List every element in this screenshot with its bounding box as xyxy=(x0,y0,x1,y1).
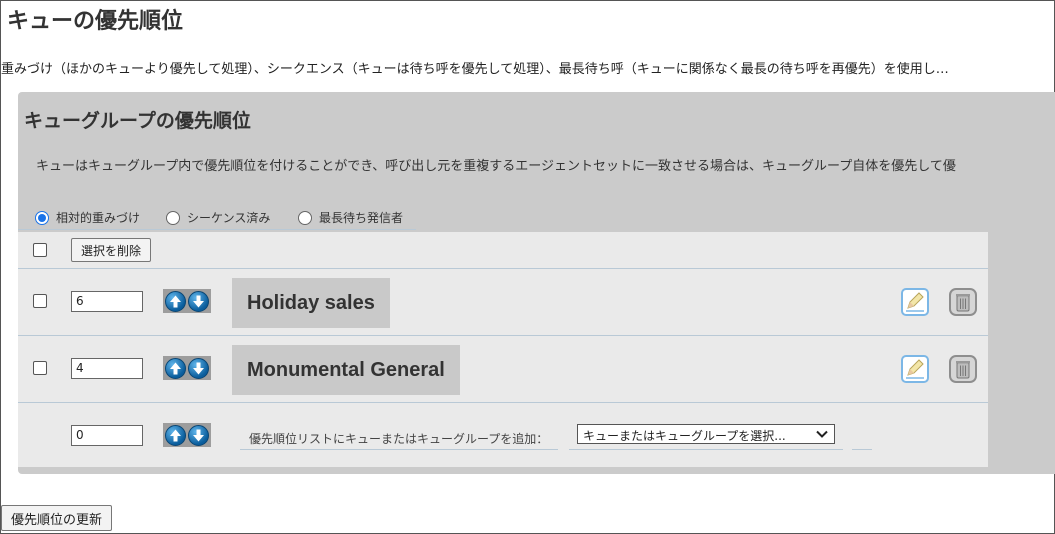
trash-icon[interactable] xyxy=(949,288,977,316)
list-header-row: 選択を削除 xyxy=(18,232,988,269)
table-row: 4 Monumental General xyxy=(18,336,988,403)
priority-input[interactable]: 6 xyxy=(71,291,143,312)
group-title: キューグループの優先順位 xyxy=(24,110,251,132)
queue-select[interactable]: キューまたはキューグループを選択... xyxy=(577,424,835,444)
arrow-down-icon[interactable] xyxy=(188,290,209,312)
row-checkbox[interactable] xyxy=(33,361,47,375)
radio-longest-waiting[interactable] xyxy=(298,210,312,225)
add-queue-select-wrapper: キューまたはキューグループを選択... xyxy=(569,424,843,450)
update-priority-button[interactable]: 優先順位の更新 xyxy=(1,505,112,531)
queue-group-panel: キューグループの優先順位 キューはキューグループ内で優先順位を付けることができ、… xyxy=(18,92,1055,474)
mode-option-longest-waiting[interactable]: 最長待ち発信者 xyxy=(298,209,403,226)
table-row: 6 Holiday sales xyxy=(18,269,988,336)
arrow-down-icon[interactable] xyxy=(188,424,209,446)
arrow-up-icon[interactable] xyxy=(165,424,186,446)
mode-label-sequenced: シーケンス済み xyxy=(187,211,271,225)
queue-name: Holiday sales xyxy=(232,278,390,328)
divider xyxy=(852,449,872,450)
arrow-down-icon[interactable] xyxy=(188,357,209,379)
priority-mode-options: 相対的重みづけ シーケンス済み 最長待ち発信者 xyxy=(18,202,416,230)
add-queue-row: 0 優先順位リストにキューまたはキューグループを追加： キューまたはキューグルー… xyxy=(18,404,988,467)
add-queue-label: 優先順位リストにキューまたはキューグループを追加： xyxy=(240,424,558,450)
select-all-checkbox[interactable] xyxy=(33,243,47,257)
reorder-arrows xyxy=(163,356,211,380)
radio-sequenced[interactable] xyxy=(166,210,180,225)
delete-selected-button[interactable]: 選択を削除 xyxy=(71,238,151,262)
trash-icon[interactable] xyxy=(949,355,977,383)
arrow-up-icon[interactable] xyxy=(165,290,186,312)
new-priority-input[interactable]: 0 xyxy=(71,425,143,446)
row-checkbox[interactable] xyxy=(33,294,47,308)
reorder-arrows xyxy=(163,423,211,447)
mode-option-relative-weight[interactable]: 相対的重みづけ xyxy=(35,209,140,226)
reorder-arrows xyxy=(163,289,211,313)
queue-name: Monumental General xyxy=(232,345,460,395)
priority-input[interactable]: 4 xyxy=(71,358,143,379)
page-description: 重みづけ（ほかのキューより優先して処理）、シークエンス（キューは待ち呼を優先して… xyxy=(1,62,949,77)
edit-icon[interactable] xyxy=(901,288,929,316)
mode-option-sequenced[interactable]: シーケンス済み xyxy=(166,209,270,226)
page-title: キューの優先順位 xyxy=(7,9,184,34)
mode-label-relative-weight: 相対的重みづけ xyxy=(56,211,141,225)
queue-select-value: キューまたはキューグループを選択... xyxy=(583,429,786,443)
radio-relative-weight[interactable] xyxy=(35,210,49,225)
priority-list: 選択を削除 6 Holiday sales 4 Monumental Gener… xyxy=(18,232,988,467)
chevron-down-icon xyxy=(816,430,828,438)
mode-label-longest-waiting: 最長待ち発信者 xyxy=(319,211,404,225)
group-description: キューはキューグループ内で優先順位を付けることができ、呼び出し元を重複するエージ… xyxy=(36,159,956,174)
edit-icon[interactable] xyxy=(901,355,929,383)
arrow-up-icon[interactable] xyxy=(165,357,186,379)
